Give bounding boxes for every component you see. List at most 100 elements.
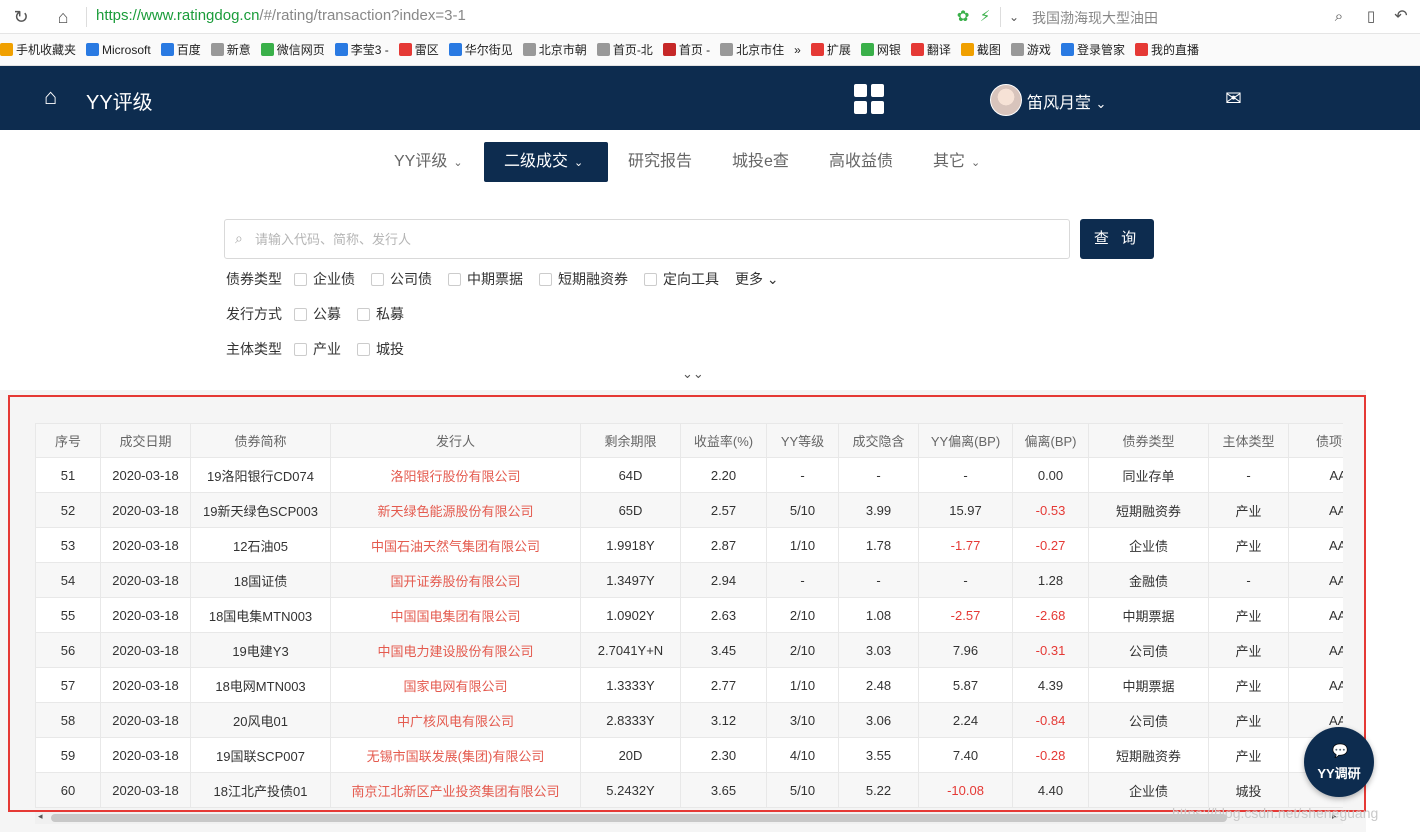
filter-label: 发行方式 [226, 306, 282, 322]
tab-other[interactable]: 其它 ⌄ [913, 142, 1000, 182]
bookmark-icon [1134, 43, 1148, 56]
bookmark-icon [960, 43, 974, 56]
bookmark-icon [1060, 43, 1074, 56]
bookmark-item[interactable]: 登录管家 [1060, 41, 1125, 58]
checkbox-option[interactable]: 城投 [357, 339, 404, 359]
chevron-down-icon[interactable]: ⌄ [1003, 6, 1025, 28]
home-icon[interactable]: ⌂ [44, 84, 57, 110]
bookmark-item[interactable]: 百度 [160, 41, 201, 58]
filter-label: 主体类型 [226, 341, 282, 357]
tab-label: 其它 [933, 153, 966, 170]
tab-chengtou-search[interactable]: 城投e查 [712, 142, 809, 182]
bookmarks-bar: 手机收藏夹 Microsoft 百度 新意 微信网页 李莹3 - 雷区 华尔街见 北京市朝 首页-… [0, 34, 1420, 66]
user-menu[interactable]: 笛风月莹 ⌄ [1027, 89, 1106, 113]
bookmark-item[interactable]: 李莹3 - [334, 41, 389, 58]
url-path: /#/rating/transaction?index=3-1 [259, 7, 466, 24]
bookmark-icon [910, 43, 924, 56]
mail-icon[interactable]: ✉ [1225, 86, 1242, 111]
tab-label: YY评级 [394, 153, 448, 170]
query-button[interactable]: 查 询 [1080, 219, 1154, 259]
checkbox-option[interactable]: 产业 [294, 339, 341, 359]
checkbox-option[interactable]: 短期融资券 [539, 269, 628, 289]
lightning-icon[interactable]: ⚡ [974, 6, 996, 28]
checkbox-option[interactable]: 私募 [357, 304, 404, 324]
refresh-icon[interactable]: ↻ [10, 6, 32, 28]
yy-research-float-button[interactable]: 💬 YY调研 [1304, 727, 1374, 797]
chevron-down-icon: ⌄ [574, 157, 584, 169]
separator [86, 7, 87, 27]
more-filters-toggle[interactable]: 更多 ⌄ [735, 269, 779, 289]
bookmark-icon [522, 43, 536, 56]
checkbox-option[interactable]: 定向工具 [644, 269, 719, 289]
bookmark-icon [810, 43, 824, 56]
chevron-down-icon: ⌄ [453, 157, 463, 169]
bookmark-item[interactable]: 翻译 [910, 41, 951, 58]
tab-label: 高收益债 [829, 153, 894, 170]
search-box: ⌕ [224, 219, 1070, 259]
checkbox-option[interactable]: 公募 [294, 304, 341, 324]
browser-address-bar: ↻ ⌂ https://www.ratingdog.cn/#/rating/tr… [0, 0, 1420, 34]
scroll-left-icon[interactable]: ◂ [38, 811, 43, 822]
checkbox-option[interactable]: 中期票据 [448, 269, 523, 289]
tab-research-reports[interactable]: 研究报告 [608, 142, 712, 182]
bookmark-item[interactable]: 扩展 [810, 41, 851, 58]
undo-icon[interactable]: ↶ [1390, 6, 1412, 28]
checkbox-option[interactable]: 企业债 [294, 269, 355, 289]
apps-grid-icon[interactable] [854, 84, 884, 114]
highlight-frame [8, 395, 1366, 812]
bookmark-icon [0, 43, 13, 56]
bookmark-item[interactable]: 首页-北 [596, 41, 653, 58]
bookmark-item[interactable]: 雷区 [398, 41, 439, 58]
bookmark-icon [1010, 43, 1024, 56]
bookmark-item[interactable]: 新意 [210, 41, 251, 58]
bookmark-item[interactable]: » [794, 43, 801, 57]
bookmark-item[interactable]: 首页 - [662, 41, 710, 58]
avatar[interactable] [990, 84, 1022, 116]
filter-bond-type: 债券类型 企业债 公司债 中期票据 短期融资券 定向工具 更多 ⌄ [226, 269, 795, 289]
tab-label: 二级成交 [504, 153, 569, 170]
tab-label: 研究报告 [628, 153, 693, 170]
bookmark-item[interactable]: 手机收藏夹 [0, 41, 76, 58]
bookmark-icon [448, 43, 462, 56]
bookmark-item[interactable]: 游戏 [1010, 41, 1051, 58]
expand-filters-icon[interactable]: ⌄⌄ [682, 366, 704, 382]
url-text[interactable]: https://www.ratingdog.cn/#/rating/transa… [96, 7, 466, 24]
bookmark-icon [260, 43, 274, 56]
bookmark-icon [86, 43, 100, 56]
bookmark-item[interactable]: 截图 [960, 41, 1001, 58]
main-tabs: YY评级 ⌄ 二级成交 ⌄ 研究报告 城投e查 高收益债 其它 ⌄ [0, 142, 1420, 182]
tab-high-yield[interactable]: 高收益债 [809, 142, 913, 182]
bookmark-icon [334, 43, 348, 56]
brand-title[interactable]: YY评级 [86, 86, 153, 115]
bookmark-icon [860, 43, 874, 56]
horizontal-scrollbar[interactable]: ◂ ▸ [35, 811, 1343, 824]
chevron-down-icon: ⌄ [1095, 96, 1107, 111]
home-icon[interactable]: ⌂ [52, 6, 74, 28]
bookmark-item[interactable]: 微信网页 [260, 41, 325, 58]
user-name: 笛风月莹 [1027, 95, 1092, 112]
browser-search-box[interactable]: 我国渤海现大型油田 [1032, 8, 1158, 28]
tab-yy-rating[interactable]: YY评级 ⌄ [374, 142, 483, 182]
bookmark-item[interactable]: 北京市住 [720, 41, 784, 58]
search-icon[interactable]: ⌕ [1328, 6, 1350, 28]
search-input[interactable] [255, 228, 1055, 250]
bookmark-item[interactable]: 华尔街见 [448, 41, 513, 58]
bookmark-icon [160, 43, 174, 56]
security-icon[interactable]: ✿ [952, 6, 974, 28]
phone-icon[interactable]: ▯ [1360, 6, 1382, 28]
chat-bubble-icon: 💬 [1332, 743, 1349, 758]
chevron-down-icon: ⌄ [971, 157, 981, 169]
filter-issue-method: 发行方式 公募 私募 [226, 304, 420, 324]
bookmark-item[interactable]: 我的直播 [1134, 41, 1199, 58]
bookmark-icon [596, 43, 610, 56]
bookmark-item[interactable]: 网银 [860, 41, 901, 58]
filter-label: 债券类型 [226, 271, 282, 287]
bookmark-item[interactable]: Microsoft [86, 43, 151, 57]
bookmark-item[interactable]: 北京市朝 [522, 41, 587, 58]
scrollbar-thumb[interactable] [51, 814, 1227, 822]
checkbox-option[interactable]: 公司债 [371, 269, 432, 289]
tab-secondary-trades[interactable]: 二级成交 ⌄ [484, 142, 608, 182]
tab-label: 城投e查 [732, 153, 789, 170]
bookmark-icon [720, 43, 734, 56]
url-host: https://www.ratingdog.cn [96, 7, 260, 24]
